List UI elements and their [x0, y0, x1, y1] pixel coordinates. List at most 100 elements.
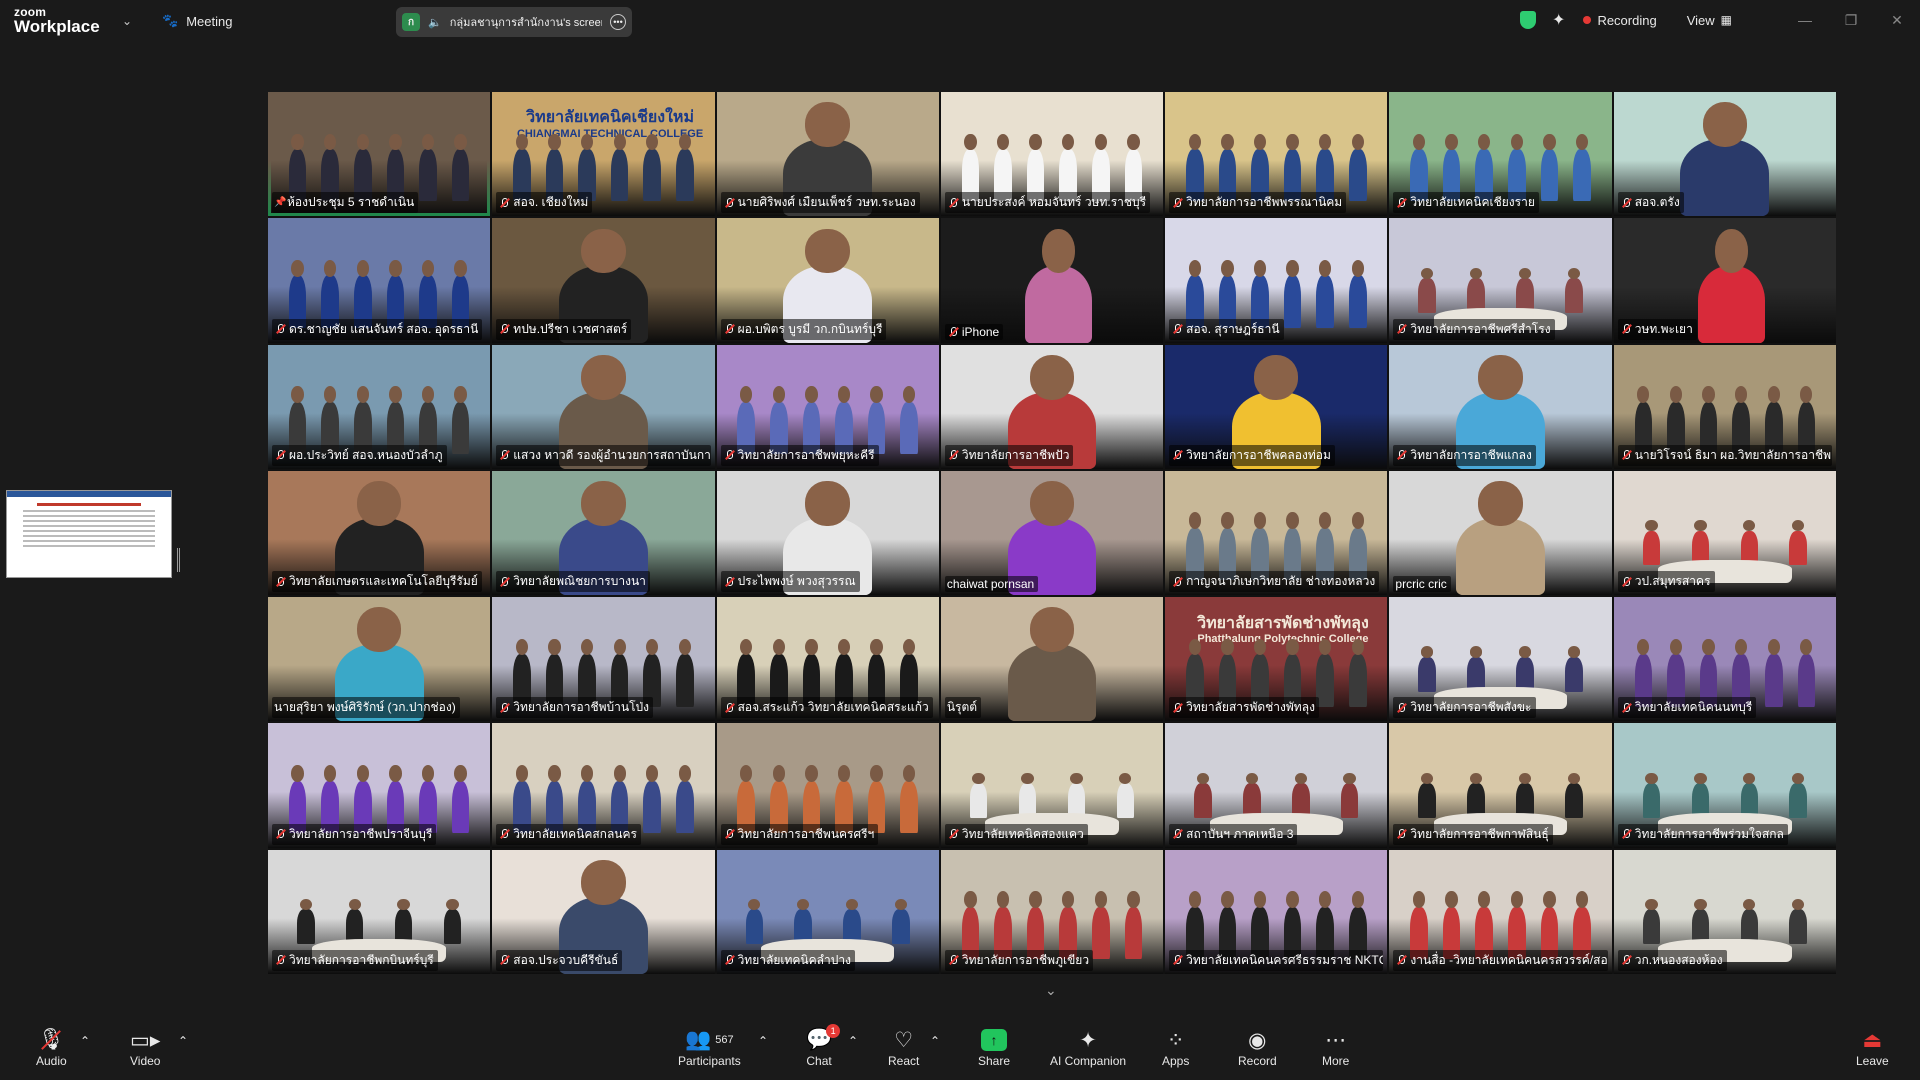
participants-label: Participants: [678, 1054, 741, 1068]
video-button[interactable]: ▭▸ Video: [130, 1026, 160, 1069]
participant-tile[interactable]: วป.สมุทรสาคร: [1613, 470, 1836, 596]
participant-tile[interactable]: วิทยาลัยเทคนิคนนทบุรี: [1613, 597, 1836, 722]
participant-tile[interactable]: วิทยาลัยเทคนิคลำปาง: [716, 849, 939, 974]
react-options-caret[interactable]: ⌃: [930, 1034, 940, 1048]
chevron-down-icon[interactable]: ⌄: [1045, 982, 1057, 999]
participant-tile[interactable]: สอจ.ตรัง: [1613, 92, 1836, 217]
react-button[interactable]: ♡ React: [888, 1026, 919, 1069]
participant-tile[interactable]: วิทยาลัยการอาชีพปราจีนบุรี: [268, 723, 491, 848]
attendee: [296, 898, 315, 945]
video-options-caret[interactable]: ⌃: [178, 1034, 188, 1048]
participant-name: นายสุริยา พงษ์ศิริรักษ์ (วก.ปากช่อง): [274, 700, 456, 715]
participant-tile[interactable]: นายศิริพงศ์ เมืยนเพ็ชร์ วษท.ระนอง: [716, 92, 939, 217]
recording-dot-icon: [1583, 16, 1592, 24]
ai-companion-button[interactable]: ✦ AI Companion: [1050, 1026, 1126, 1069]
participant-person: [1698, 228, 1765, 343]
zoom-workplace-logo[interactable]: zoom Workplace: [14, 6, 100, 35]
shared-screen-thumbnail[interactable]: [6, 490, 172, 578]
chevron-down-icon[interactable]: ⌄: [122, 14, 132, 28]
ai-sparkle-icon[interactable]: ✦: [1552, 10, 1565, 30]
participant-tile[interactable]: chaiwat pornsan: [940, 470, 1164, 596]
participant-tile[interactable]: สอจ.ประจวบคีรีขันธ์: [492, 849, 715, 974]
attendee: [676, 764, 694, 833]
participant-tile[interactable]: วิทยาลัยการอาชีพนครศรีฯ: [716, 723, 939, 848]
participant-tile[interactable]: วิทยาลัยเทคนิคนครศรีธรรมราช NKTC One: [1165, 849, 1388, 974]
participant-tile[interactable]: วิทยาลัยการอาชีพภูเขียว: [940, 849, 1164, 974]
participant-tile[interactable]: สถาบันฯ ภาคเหนือ 3: [1165, 723, 1388, 848]
participant-tile[interactable]: วิทยาลัยการอาชีพปัว: [940, 344, 1164, 469]
mic-muted-icon: [1171, 702, 1183, 714]
participant-tile[interactable]: วิทยาลัยการอาชีพแกลง: [1389, 344, 1612, 469]
participant-tile[interactable]: งานสื่อ -วิทยาลัยเทคนิคนครสวรรค์/สอ...: [1389, 849, 1612, 974]
recording-label[interactable]: Recording: [1597, 13, 1656, 28]
security-shield-icon[interactable]: [1520, 11, 1537, 29]
participant-tile[interactable]: ทปษ.ปรีชา เวชศาสตร์: [492, 218, 715, 343]
participant-tile[interactable]: วิทยาลัยเทคนิคสกลนคร: [492, 723, 715, 848]
participant-tile[interactable]: วิทยาลัยสารพัดช่างพัทลุง Phatthalung Poly…: [1165, 597, 1388, 722]
participant-tile[interactable]: นายประสงค์ หอมจันทร์ วษท.ราชบุรี: [940, 92, 1164, 217]
participant-tile[interactable]: วิทยาลัยเทคนิคสองแคว: [940, 723, 1164, 848]
participant-tile[interactable]: วิทยาลัยการอาชีพร่วมใจสกล: [1613, 723, 1836, 848]
participant-tile[interactable]: นิรุตต์: [940, 597, 1164, 722]
mic-muted-icon: [723, 828, 735, 840]
chat-options-caret[interactable]: ⌃: [848, 1034, 858, 1048]
participants-options-caret[interactable]: ⌃: [758, 1034, 768, 1048]
participant-tile[interactable]: วก.หนองสองห้อง: [1613, 849, 1836, 974]
participant-tile[interactable]: iPhone: [940, 218, 1164, 343]
participant-tile[interactable]: วิทยาลัยการอาชีพกบินทร์บุรี: [268, 849, 491, 974]
participant-name-label: นายสุริยา พงษ์ศิริรักษ์ (วก.ปากช่อง): [272, 697, 460, 719]
more-options-icon[interactable]: •••: [610, 14, 626, 30]
participant-tile[interactable]: วษท.พะเยา: [1613, 218, 1836, 343]
attendee: [900, 764, 918, 833]
share-button[interactable]: ↑ Share: [978, 1026, 1010, 1068]
participant-name: วิทยาลัยพณิชยการบางนา: [513, 574, 646, 589]
thumbnail-resize-handle[interactable]: [177, 548, 180, 572]
participant-tile[interactable]: 📌 ห้องประชุม 5 ราชดำเนิน: [268, 92, 491, 217]
participants-button[interactable]: 👥 567 Participants: [678, 1026, 741, 1068]
participant-tile[interactable]: วิทยาลัยการอาชีพกาฬสินธุ์: [1389, 723, 1612, 848]
participant-tile[interactable]: นายสุริยา พงษ์ศิริรักษ์ (วก.ปากช่อง): [268, 597, 491, 722]
screen-share-indicator[interactable]: ก 🔈 กลุ่มลชานุการสำนักงาน's screen •••: [396, 7, 632, 37]
participant-name-label: วิทยาลัยการอาชีพกาฬสินธุ์: [1393, 823, 1553, 845]
participant-tile[interactable]: วิทยาลัยการอาชีพพยุหะคีรี: [716, 344, 939, 469]
participant-tile[interactable]: กาญจนาภิเษกวิทยาลัย ช่างทองหลวง: [1165, 470, 1388, 596]
chat-button[interactable]: 💬 1 Chat: [806, 1024, 841, 1068]
participant-tile[interactable]: วิทยาลัยเทคนิคเชียงราย: [1389, 92, 1612, 217]
close-icon[interactable]: ✕: [1874, 12, 1920, 29]
audio-options-caret[interactable]: ⌃: [80, 1034, 90, 1048]
grid-view-icon[interactable]: ▦: [1721, 13, 1732, 27]
participant-tile[interactable]: วิทยาลัยการอาชีพสังขะ: [1389, 597, 1612, 722]
participant-tile[interactable]: วิทยาลัยเกษตรและเทคโนโลยีบุรีรัมย์: [268, 470, 491, 596]
participant-name-label: นายประสงค์ หอมจันทร์ วษท.ราชบุรี: [944, 192, 1151, 214]
restore-icon[interactable]: ❐: [1828, 12, 1874, 29]
attendee: [1789, 520, 1807, 566]
participant-name: สอจ.ตรัง: [1634, 195, 1680, 210]
participant-name: กาญจนาภิเษกวิทยาลัย ช่างทองหลวง: [1186, 574, 1376, 589]
participant-tile[interactable]: วิทยาลัยเทคนิคเชียงใหม่ CHIANGMAI TECHNIC…: [492, 92, 715, 217]
participant-tile[interactable]: ประไพพงษ์ พวงสุวรรณ: [716, 470, 939, 596]
meeting-menu[interactable]: 🐾 Meeting: [162, 13, 232, 29]
attendee: [1789, 898, 1807, 945]
participant-tile[interactable]: ดร.ชาญชัย แสนจันทร์ สอจ. อุดรธานี: [268, 218, 491, 343]
participant-tile[interactable]: สอจ.สระแก้ว วิทยาลัยเทคนิคสระแก้ว: [716, 597, 939, 722]
participant-tile[interactable]: วิทยาลัยการอาชีพศรีสำโรง: [1389, 218, 1612, 343]
participant-tile[interactable]: ผอ.บพิตร บูรมี วก.กบินทร์บุรี: [716, 218, 939, 343]
record-button[interactable]: ◉ Record: [1238, 1026, 1277, 1069]
mic-muted-icon: [498, 954, 510, 966]
leave-button[interactable]: ⏏ Leave: [1856, 1026, 1889, 1069]
participant-tile[interactable]: วิทยาลัยการอาชีพบ้านโป่ง: [492, 597, 715, 722]
participant-tile[interactable]: ผอ.ประวิทย์ สอจ.หนองบัวลำภู: [268, 344, 491, 469]
apps-button[interactable]: ⁘ Apps: [1162, 1026, 1189, 1069]
participant-tile[interactable]: วิทยาลัยพณิชยการบางนา: [492, 470, 715, 596]
view-button[interactable]: View: [1687, 13, 1715, 28]
minimize-icon[interactable]: —: [1782, 12, 1828, 28]
audio-button[interactable]: 🎙 Audio: [36, 1026, 67, 1068]
participant-tile[interactable]: prcric cric: [1389, 470, 1612, 596]
more-button[interactable]: ⋯ More: [1322, 1026, 1349, 1069]
participant-tile[interactable]: วิทยาลัยการอาชีพพรรณานิคม: [1165, 92, 1388, 217]
participant-tile[interactable]: สอจ. สุราษฎร์ธานี: [1165, 218, 1388, 343]
participant-tile[interactable]: นายวิโรจน์ ธิมา ผอ.วิทยาลัยการอาชีพ: [1613, 344, 1836, 469]
participant-name-label: วษท.พะเยา: [1617, 318, 1697, 340]
participant-tile[interactable]: แสวง หาวดี รองผู้อำนวยการสถาบันการศึกษา: [492, 344, 715, 469]
participant-tile[interactable]: วิทยาลัยการอาชีพคลองท่อม: [1165, 344, 1388, 469]
